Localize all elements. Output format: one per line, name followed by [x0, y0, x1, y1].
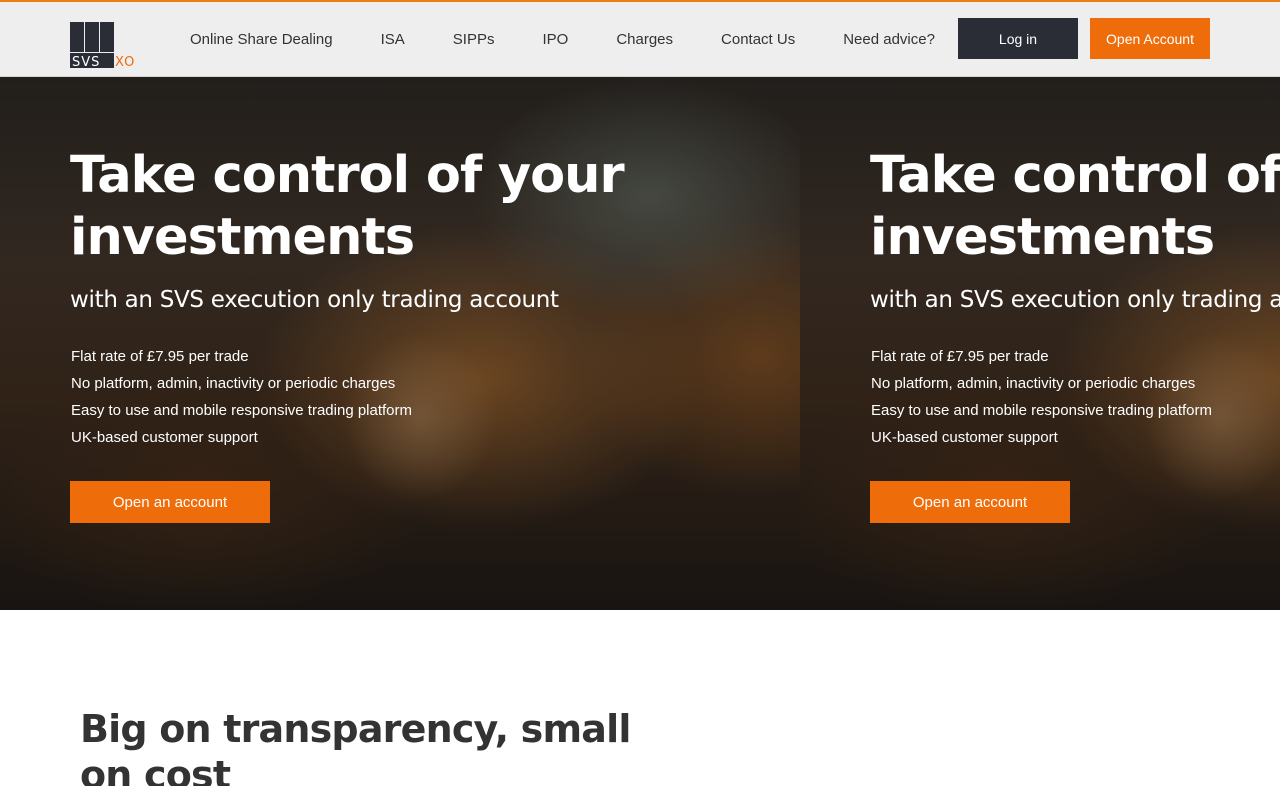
hero-slide: Take control of your investments with an… [800, 77, 1280, 610]
svg-text:XO: XO [115, 55, 135, 68]
open-an-account-button[interactable]: Open an account [70, 481, 270, 523]
list-item: No platform, admin, inactivity or period… [871, 375, 1196, 392]
hero-subtitle: with an SVS execution only trading accou… [70, 287, 559, 313]
nav-need-advice[interactable]: Need advice? [843, 31, 935, 48]
site-header: SVS XO Online Share Dealing ISA SIPPs IP… [0, 0, 1280, 77]
nav-ipo[interactable]: IPO [542, 31, 568, 48]
svsxo-logo[interactable]: SVS XO [70, 22, 150, 70]
list-item: UK-based customer support [871, 429, 1058, 446]
nav-sipps[interactable]: SIPPs [453, 31, 495, 48]
hero-carousel: Take control of your investments with an… [0, 77, 1280, 610]
login-button[interactable]: Log in [958, 18, 1078, 59]
list-item: No platform, admin, inactivity or period… [71, 375, 396, 392]
list-item: UK-based customer support [71, 429, 258, 446]
list-item: Easy to use and mobile responsive tradin… [871, 402, 1213, 419]
hero-subtitle: with an SVS execution only trading accou… [870, 287, 1280, 313]
hero-benefits-list: Flat rate of £7.95 per trade No platform… [871, 343, 1212, 451]
nav-charges[interactable]: Charges [616, 31, 673, 48]
nav-contact-us[interactable]: Contact Us [721, 31, 795, 48]
nav-isa[interactable]: ISA [381, 31, 405, 48]
section-title: Big on transparency, small on cost [80, 707, 631, 786]
main-nav: Online Share Dealing ISA SIPPs IPO Charg… [190, 2, 983, 77]
svg-text:SVS: SVS [72, 55, 100, 68]
nav-online-share-dealing[interactable]: Online Share Dealing [190, 31, 333, 48]
open-account-button[interactable]: Open Account [1090, 18, 1210, 59]
hero-title: Take control of your investments [870, 146, 1280, 267]
hero-benefits-list: Flat rate of £7.95 per trade No platform… [71, 343, 412, 451]
hero-title: Take control of your investments [70, 146, 625, 267]
open-an-account-button[interactable]: Open an account [870, 481, 1070, 523]
list-item: Flat rate of £7.95 per trade [871, 348, 1049, 365]
hero-slide: Take control of your investments with an… [0, 77, 800, 610]
list-item: Easy to use and mobile responsive tradin… [71, 402, 413, 419]
list-item: Flat rate of £7.95 per trade [71, 348, 249, 365]
